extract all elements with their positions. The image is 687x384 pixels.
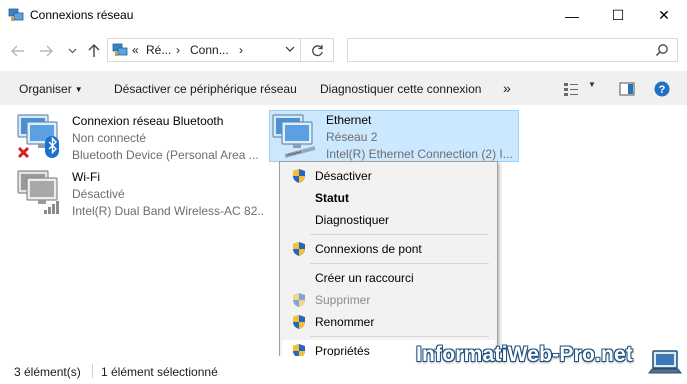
chevron-down-icon <box>285 46 295 52</box>
connection-name: Wi-Fi <box>72 170 100 184</box>
network-connections-icon <box>112 43 128 56</box>
change-view-icon[interactable] <box>563 81 579 97</box>
uac-shield-icon <box>293 293 305 307</box>
menu-item-disable[interactable]: Désactiver <box>282 165 495 187</box>
ethernet-network-icon <box>272 114 316 158</box>
status-divider <box>92 364 93 378</box>
connection-item-ethernet[interactable]: Ethernet Réseau 2 Intel(R) Ethernet Conn… <box>269 110 519 162</box>
menu-separator <box>310 336 489 337</box>
preview-pane-icon[interactable] <box>619 81 635 97</box>
more-commands-button[interactable]: » <box>503 80 511 96</box>
search-input[interactable] <box>354 42 644 58</box>
title-bar: Connexions réseau — ☐ ✕ <box>0 0 687 31</box>
menu-item-create-shortcut[interactable]: Créer un raccourci <box>282 267 495 289</box>
organiser-menu-button[interactable]: Organiser ▼ <box>19 82 83 96</box>
navigation-bar: « Ré... › Conn... › <box>0 31 687 71</box>
menu-item-delete[interactable]: Supprimer <box>282 289 495 311</box>
recent-locations-button[interactable] <box>62 41 82 61</box>
forward-button[interactable] <box>36 41 56 61</box>
menu-item-label: Diagnostiquer <box>315 213 390 227</box>
breadcrumb-segment[interactable]: Conn... <box>190 43 229 57</box>
maximize-button[interactable]: ☐ <box>595 0 641 31</box>
laptop-logo-icon <box>648 350 682 374</box>
menu-item-diagnose[interactable]: Diagnostiquer <box>282 209 495 231</box>
search-icon[interactable] <box>655 43 669 57</box>
close-button[interactable]: ✕ <box>641 0 687 31</box>
up-button[interactable] <box>84 41 104 61</box>
context-menu: Désactiver Statut Diagnostiquer Connexio… <box>279 161 498 367</box>
menu-item-label: Supprimer <box>315 293 371 307</box>
uac-shield-icon <box>293 242 305 256</box>
view-options-dropdown[interactable]: ▼ <box>588 80 596 96</box>
connection-status: Réseau 2 <box>326 130 378 144</box>
arrow-right-icon <box>40 45 53 57</box>
arrow-left-icon <box>11 45 24 57</box>
svg-text:?: ? <box>659 84 666 96</box>
help-icon[interactable]: ? <box>654 81 670 97</box>
menu-separator <box>310 263 489 264</box>
menu-separator <box>310 234 489 235</box>
menu-item-status[interactable]: Statut <box>282 187 495 209</box>
diagnose-connection-button[interactable]: Diagnostiquer cette connexion <box>320 82 481 96</box>
window-title: Connexions réseau <box>30 8 134 22</box>
minimize-icon: — <box>565 7 579 24</box>
menu-item-label: Connexions de pont <box>315 242 422 256</box>
menu-item-bridge[interactable]: Connexions de pont <box>282 238 495 260</box>
breadcrumb-separator[interactable]: › <box>176 43 180 57</box>
bluetooth-network-icon <box>17 114 59 159</box>
menu-item-label: Désactiver <box>315 169 372 183</box>
menu-item-label: Créer un raccourci <box>315 271 414 285</box>
network-connections-icon <box>8 8 24 21</box>
connection-item-wifi[interactable]: Wi-Fi Désactivé Intel(R) Dual Band Wirel… <box>16 168 264 218</box>
selection-count: 1 élément sélectionné <box>101 365 218 379</box>
connection-status: Non connecté <box>72 131 147 145</box>
address-bar[interactable]: « Ré... › Conn... › <box>107 38 301 62</box>
connection-device: Bluetooth Device (Personal Area ... <box>72 148 259 162</box>
organiser-label: Organiser <box>19 82 72 96</box>
chevron-down-icon <box>68 48 76 54</box>
connection-device: Intel(R) Dual Band Wireless-AC 82... <box>72 204 264 218</box>
command-bar: Organiser ▼ Désactiver ce périphérique ré… <box>0 71 687 105</box>
connection-item-bluetooth[interactable]: Connexion réseau Bluetooth Non connecté … <box>16 112 261 162</box>
address-dropdown-button[interactable] <box>285 44 295 55</box>
menu-item-label: Renommer <box>315 315 375 329</box>
close-icon: ✕ <box>658 7 670 23</box>
search-box[interactable] <box>347 38 678 62</box>
minimize-button[interactable]: — <box>549 0 595 31</box>
caret-down-icon: ▼ <box>74 85 83 94</box>
breadcrumb-segment[interactable]: Ré... <box>146 43 171 57</box>
menu-item-label: Statut <box>315 191 349 205</box>
connection-name: Ethernet <box>326 113 372 127</box>
uac-shield-icon <box>293 315 305 329</box>
breadcrumb-overflow[interactable]: « <box>132 43 139 57</box>
uac-shield-icon <box>293 169 305 183</box>
menu-item-rename[interactable]: Renommer <box>282 311 495 333</box>
disable-device-button[interactable]: Désactiver ce périphérique réseau <box>114 82 297 96</box>
refresh-button[interactable] <box>301 38 334 62</box>
item-count: 3 élément(s) <box>14 365 81 379</box>
arrow-up-icon <box>88 44 100 57</box>
wifi-network-icon <box>17 170 59 214</box>
watermark-text: InformatiWeb-Pro.net <box>416 343 634 366</box>
back-button[interactable] <box>8 41 28 61</box>
refresh-icon <box>311 44 323 56</box>
connection-device: Intel(R) Ethernet Connection (2) I... <box>326 147 513 161</box>
connection-name: Connexion réseau Bluetooth <box>72 114 224 128</box>
maximize-icon: ☐ <box>611 7 625 23</box>
connection-status: Désactivé <box>72 187 125 201</box>
breadcrumb-separator[interactable]: › <box>239 43 243 57</box>
